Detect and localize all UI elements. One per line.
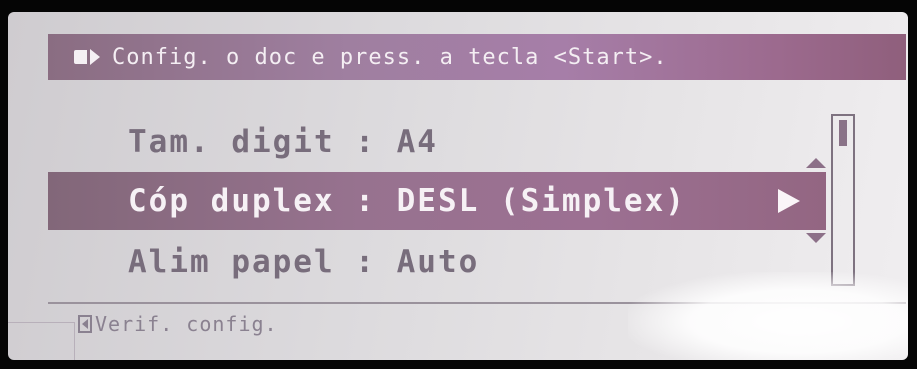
instruction-banner: Config. o doc e press. a tecla <Start>. [48,34,906,80]
menu-item-scan-size[interactable]: Tam. digit : A4 [128,124,438,160]
check-settings-label: Verif. config. [95,312,278,336]
instruction-text: Config. o doc e press. a tecla <Start>. [112,44,668,70]
footer-divider [48,302,906,304]
scroll-thumb[interactable] [839,120,847,146]
document-feed-icon [74,49,100,65]
menu-item-label: Cóp duplex : DESL (Simplex) [128,183,686,219]
menu-item-paper-source[interactable]: Alim papel : Auto [128,244,479,280]
check-settings-button[interactable]: Verif. config. [78,312,278,336]
footer-corner-frame [8,322,75,360]
right-arrow-icon[interactable] [778,189,800,213]
device-bezel: Config. o doc e press. a tecla <Start>. … [0,0,917,369]
scroll-up-arrow-icon[interactable] [806,158,826,168]
back-arrow-icon [78,315,92,333]
scrollbar[interactable] [831,114,855,286]
screen-glare [628,272,908,360]
lcd-screen: Config. o doc e press. a tecla <Start>. … [8,12,908,360]
menu-item-duplex-copy[interactable]: Cóp duplex : DESL (Simplex) [48,172,826,230]
scroll-down-arrow-icon[interactable] [806,233,826,243]
